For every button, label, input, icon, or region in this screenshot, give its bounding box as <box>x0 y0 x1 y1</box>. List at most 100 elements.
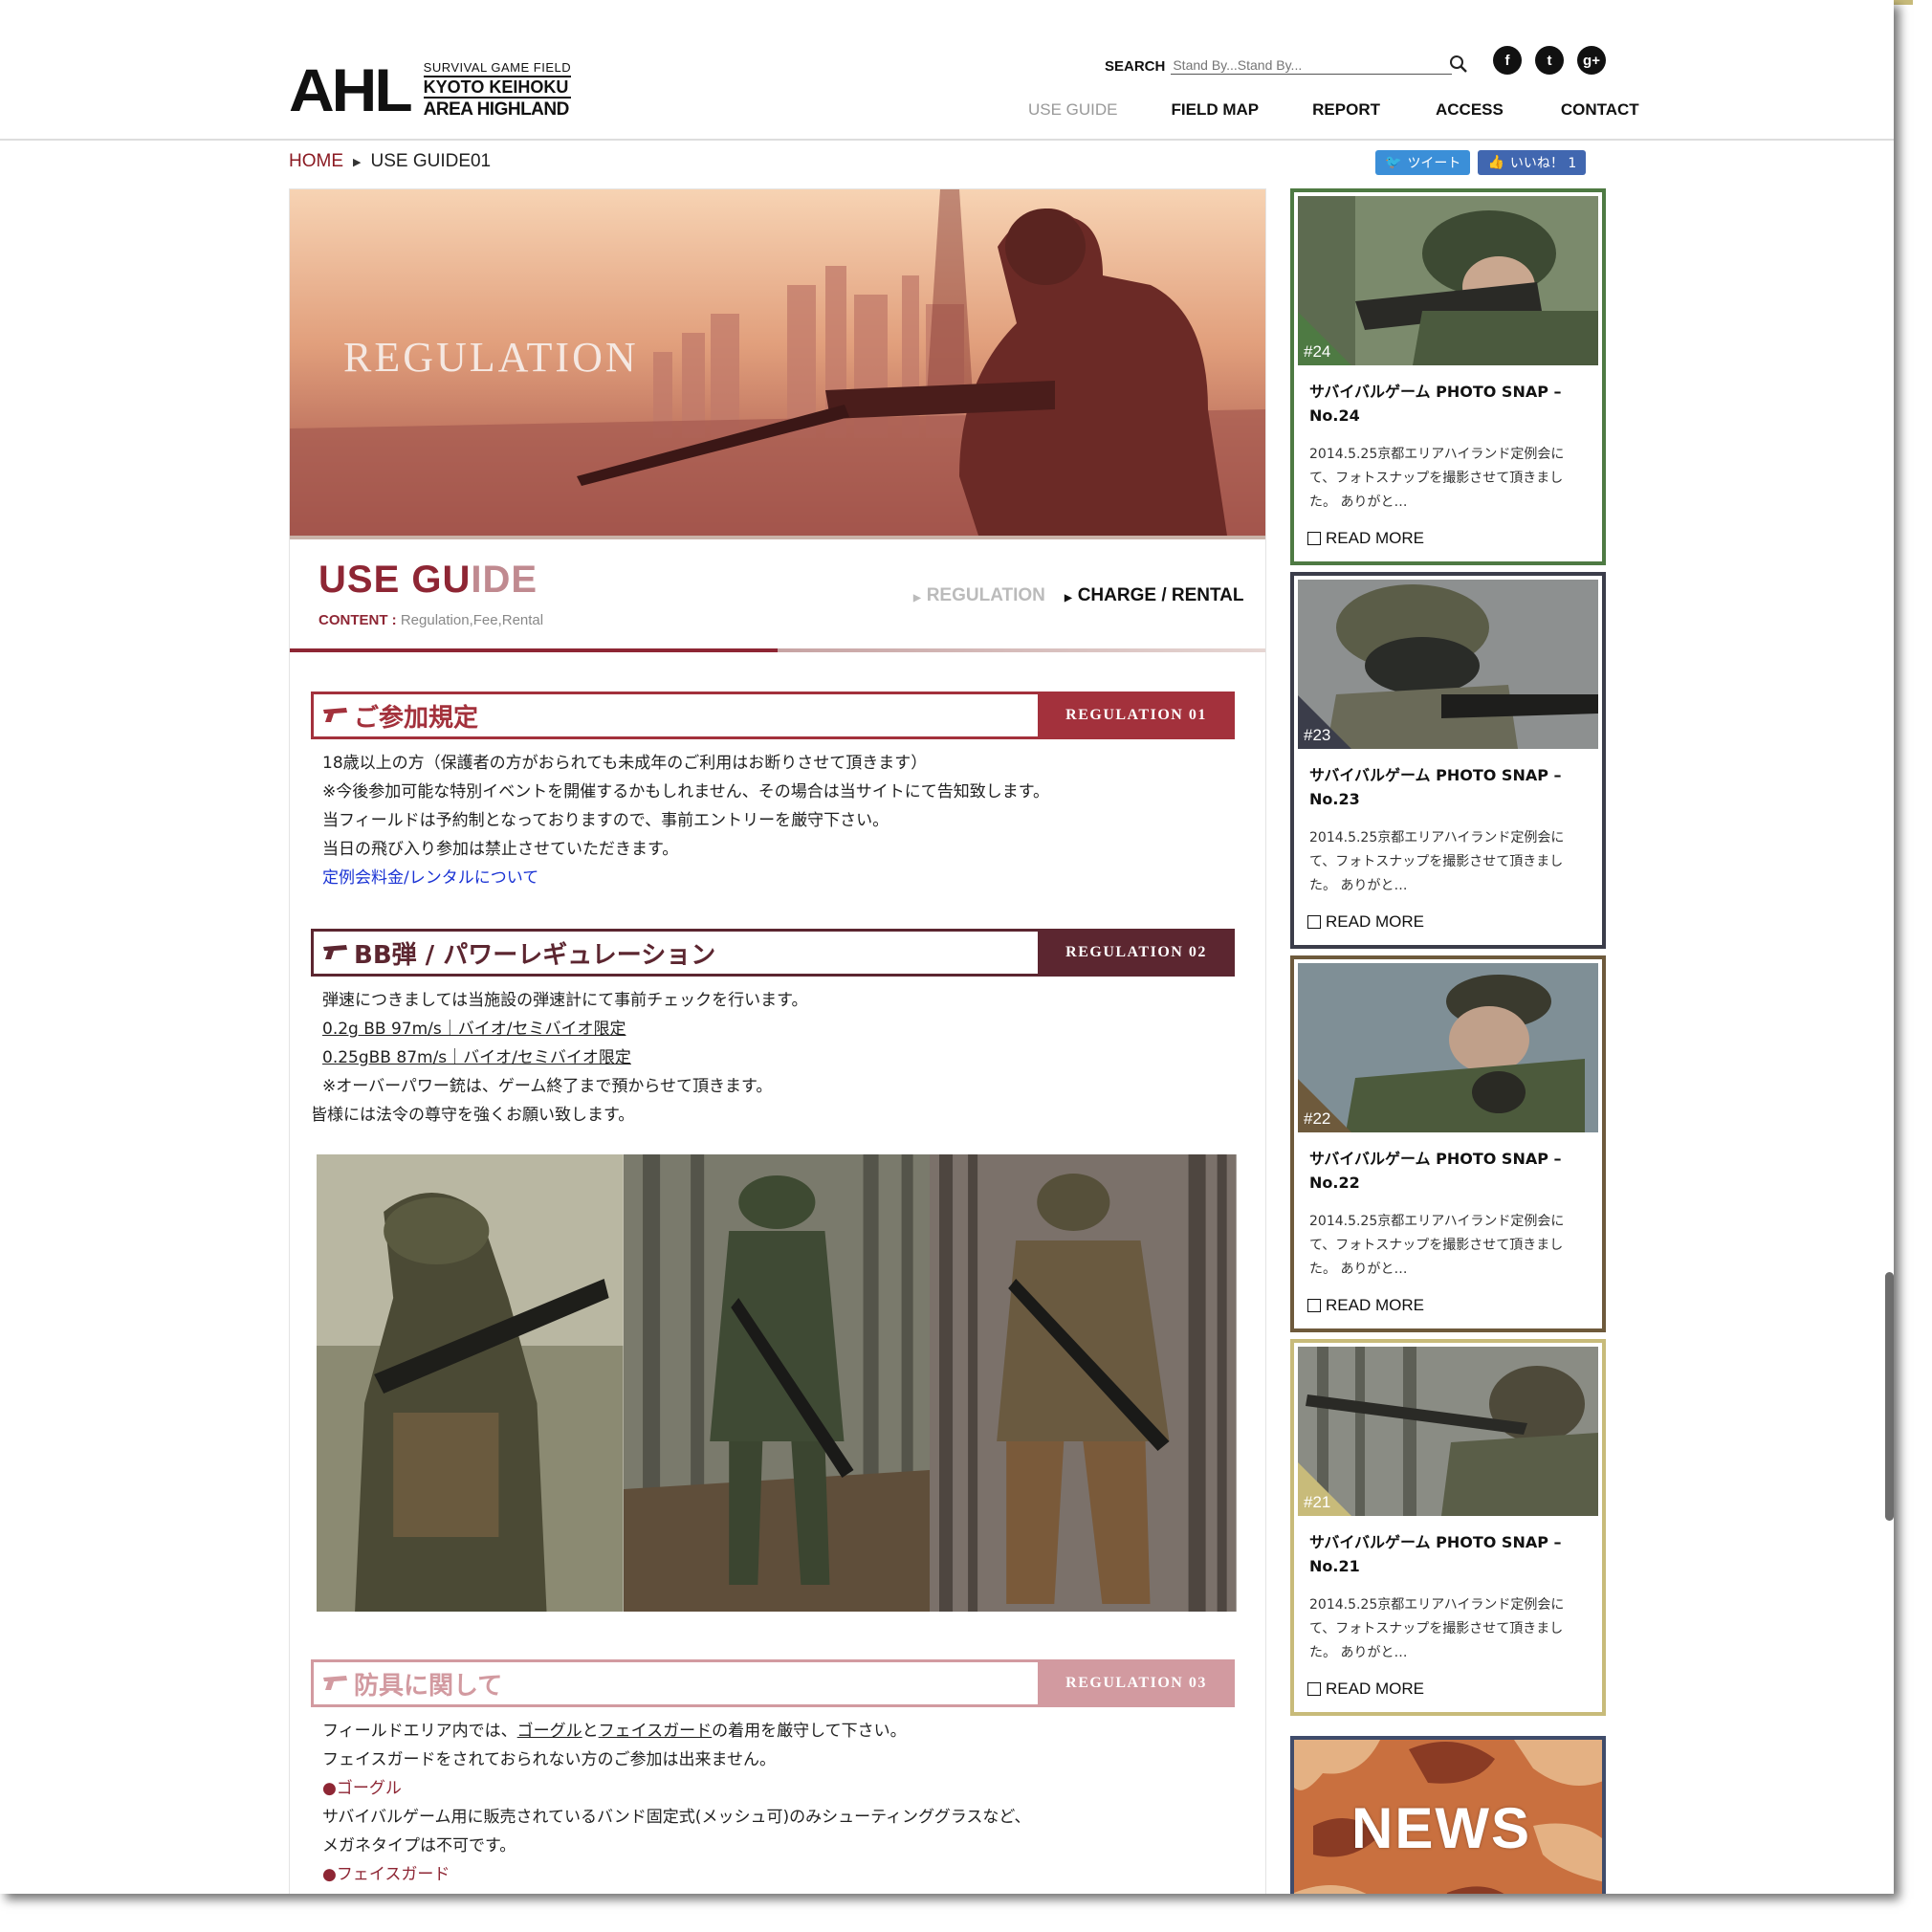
tab-arrow-icon: ▶ <box>1065 593 1072 604</box>
text-line: ※今後参加可能な特別イベントを開催するかもしれません、その場合は当サイトにて告知… <box>322 782 1050 801</box>
text-line: 弾速につきましては当施設の弾速計にて事前チェックを行います。 <box>322 991 808 1010</box>
subheading-face-guard: ●フェイスガード <box>322 1865 450 1884</box>
nav-access[interactable]: ACCESS <box>1436 100 1504 120</box>
read-more-link[interactable]: READ MORE <box>1307 529 1424 548</box>
section-header: 防具に関して REGULATION 03 <box>311 1659 1235 1707</box>
hero-banner: REGULATION <box>290 189 1265 536</box>
text-line: フィールドエリア内では、ゴーグルとフェイスガードの着用を厳守して下さい。 <box>322 1717 1223 1745</box>
checkbox-icon <box>1307 915 1321 929</box>
nav-report[interactable]: REPORT <box>1312 100 1380 120</box>
card-number: #23 <box>1304 726 1331 744</box>
social-links: f t g+ <box>1493 46 1606 75</box>
search-icon[interactable] <box>1447 53 1470 76</box>
logo-line-3: AREA HIGHLAND <box>423 99 570 120</box>
nav-field-map[interactable]: FIELD MAP <box>1172 100 1260 120</box>
fee-rental-link[interactable]: 定例会料金/レンタルについて <box>322 864 1223 892</box>
guide-title: USE GUIDE <box>318 559 538 602</box>
section-regulation-03: 防具に関して REGULATION 03 フィールドエリア内では、ゴーグルとフェ… <box>311 1659 1235 1894</box>
breadcrumb-home[interactable]: HOME <box>289 151 343 172</box>
tab-charge-label: CHARGE / RENTAL <box>1077 585 1244 605</box>
card-thumbnail: #22 <box>1298 963 1598 1132</box>
search-label: SEARCH <box>1105 58 1166 75</box>
checkbox-icon <box>1307 532 1321 545</box>
thumbs-up-icon: 👍 <box>1487 155 1504 170</box>
site-logo[interactable]: AHL SURVIVAL GAME FIELD KYOTO KEIHOKU AR… <box>289 55 572 124</box>
face-guard-text: フェイスガード <box>598 1722 713 1741</box>
tab-regulation-label: REGULATION <box>926 585 1045 605</box>
read-more-link[interactable]: READ MORE <box>1307 1296 1424 1315</box>
card-number-badge: #21 <box>1298 1462 1351 1516</box>
tab-underline <box>290 648 1265 652</box>
photo-snap-card[interactable]: #22 サバイバルゲーム PHOTO SNAP – No.22 2014.5.2… <box>1290 955 1606 1332</box>
read-more-label: READ MORE <box>1326 529 1424 547</box>
text-line: 18歳以上の方（保護者の方がおられても未成年のご利用はお断りさせて頂きます） <box>322 754 928 773</box>
section-body: 18歳以上の方（保護者の方がおられても未成年のご利用はお断りさせて頂きます） ※… <box>311 739 1235 902</box>
card-title[interactable]: サバイバルゲーム PHOTO SNAP – No.22 <box>1309 1147 1587 1195</box>
text-line: 当フィールドは予約制となっておりますので、事前エントリーを厳守下さい。 <box>322 811 889 830</box>
guide-content-line: CONTENT : Regulation,Fee,Rental <box>318 612 543 628</box>
section-regulation-02: BB弾 / パワーレギュレーション REGULATION 02 弾速につきまして… <box>311 929 1235 1139</box>
checkbox-icon <box>1307 1299 1321 1312</box>
card-title[interactable]: サバイバルゲーム PHOTO SNAP – No.24 <box>1309 380 1587 428</box>
main-content: REGULATION USE GUIDE CONTENT : Regulatio… <box>289 188 1266 1894</box>
card-thumbnail: #21 <box>1298 1347 1598 1516</box>
text-line: フェイスガードをされておられない方のご参加は出来ません。 <box>322 1750 776 1769</box>
hero-title: REGULATION <box>343 334 639 381</box>
section-title: BB弾 / パワーレギュレーション <box>354 940 716 970</box>
section-title: 防具に関して <box>354 1671 503 1701</box>
tab-arrow-icon: ▶ <box>913 593 921 604</box>
section-header: BB弾 / パワーレギュレーション REGULATION 02 <box>311 929 1235 977</box>
tab-regulation[interactable]: ▶ REGULATION <box>913 585 1045 606</box>
section-title: ご参加規定 <box>354 703 479 733</box>
news-banner[interactable]: NEWS <box>1290 1736 1606 1894</box>
card-number: #21 <box>1304 1493 1331 1511</box>
photo-snap-card[interactable]: #21 サバイバルゲーム PHOTO SNAP – No.21 2014.5.2… <box>1290 1339 1606 1716</box>
read-more-link[interactable]: READ MORE <box>1307 1680 1424 1699</box>
breadcrumb-current: USE GUIDE01 <box>370 151 492 171</box>
text-line: 皆様には法令の尊守を強くお願い致します。 <box>311 1106 635 1125</box>
search-bar: SEARCH <box>1105 55 1467 75</box>
twitter-icon[interactable]: t <box>1535 46 1564 75</box>
read-more-link[interactable]: READ MORE <box>1307 912 1424 932</box>
content-value: Regulation,Fee,Rental <box>400 612 544 628</box>
logo-line-1: SURVIVAL GAME FIELD <box>423 60 572 75</box>
section-tag: REGULATION 01 <box>1038 692 1235 739</box>
content-label: CONTENT : <box>318 612 397 628</box>
scrollbar-thumb[interactable] <box>1885 1272 1894 1521</box>
section-regulation-01: ご参加規定 REGULATION 01 18歳以上の方（保護者の方がおられても未… <box>311 692 1235 902</box>
card-excerpt: 2014.5.25京都エリアハイランド定例会にて、フォトスナップを撮影させて頂き… <box>1309 1597 1565 1660</box>
card-title[interactable]: サバイバルゲーム PHOTO SNAP – No.21 <box>1309 1530 1587 1578</box>
breadcrumb-arrow-icon: ▶ <box>353 156 362 168</box>
section-body: フィールドエリア内では、ゴーグルとフェイスガードの着用を厳守して下さい。 フェイ… <box>311 1707 1235 1894</box>
nav-use-guide[interactable]: USE GUIDE <box>1028 100 1118 120</box>
google-plus-icon[interactable]: g+ <box>1577 46 1606 75</box>
breadcrumb: HOME ▶ USE GUIDE01 <box>289 151 491 172</box>
facebook-icon[interactable]: f <box>1493 46 1522 75</box>
photo-snap-card[interactable]: #24 サバイバルゲーム PHOTO SNAP – No.24 2014.5.2… <box>1290 188 1606 565</box>
logo-mark: AHL <box>289 55 413 124</box>
card-excerpt: 2014.5.25京都エリアハイランド定例会にて、フォトスナップを撮影させて頂き… <box>1309 447 1565 510</box>
search-input[interactable] <box>1171 56 1453 75</box>
like-label: いいね！ 1 <box>1509 156 1577 171</box>
guide-title-a: USE GU <box>318 559 472 601</box>
text-line: 0.25gBB 87m/s｜バイオ/セミバイオ限定 <box>322 1048 631 1067</box>
subheading-goggle: ●ゴーグル <box>322 1779 402 1798</box>
soldier-photo <box>623 1154 931 1612</box>
card-number-badge: #23 <box>1298 695 1351 749</box>
text-part: フィールドエリア内では、 <box>322 1722 517 1741</box>
like-button[interactable]: 👍 いいね！ 1 <box>1478 150 1587 175</box>
tweet-button[interactable]: 🐦 ツイート <box>1375 150 1471 175</box>
nav-contact[interactable]: CONTACT <box>1561 100 1639 120</box>
main-nav: USE GUIDE FIELD MAP REPORT ACCESS CONTAC… <box>1028 100 1639 120</box>
pistol-icon <box>323 945 347 959</box>
card-thumbnail: #23 <box>1298 580 1598 749</box>
text-line: ※オーバーパワー銃は、ゲーム終了まで預からせて頂きます。 <box>322 1077 773 1096</box>
text-line: メガネタイプは不可です。 <box>322 1836 516 1855</box>
card-number: #24 <box>1304 342 1331 361</box>
card-title[interactable]: サバイバルゲーム PHOTO SNAP – No.23 <box>1309 763 1587 811</box>
read-more-label: READ MORE <box>1326 1296 1424 1314</box>
guide-title-b: IDE <box>471 559 538 601</box>
photo-snap-card[interactable]: #23 サバイバルゲーム PHOTO SNAP – No.23 2014.5.2… <box>1290 572 1606 949</box>
pistol-icon <box>323 1676 347 1690</box>
tab-charge-rental[interactable]: ▶ CHARGE / RENTAL <box>1065 585 1244 606</box>
